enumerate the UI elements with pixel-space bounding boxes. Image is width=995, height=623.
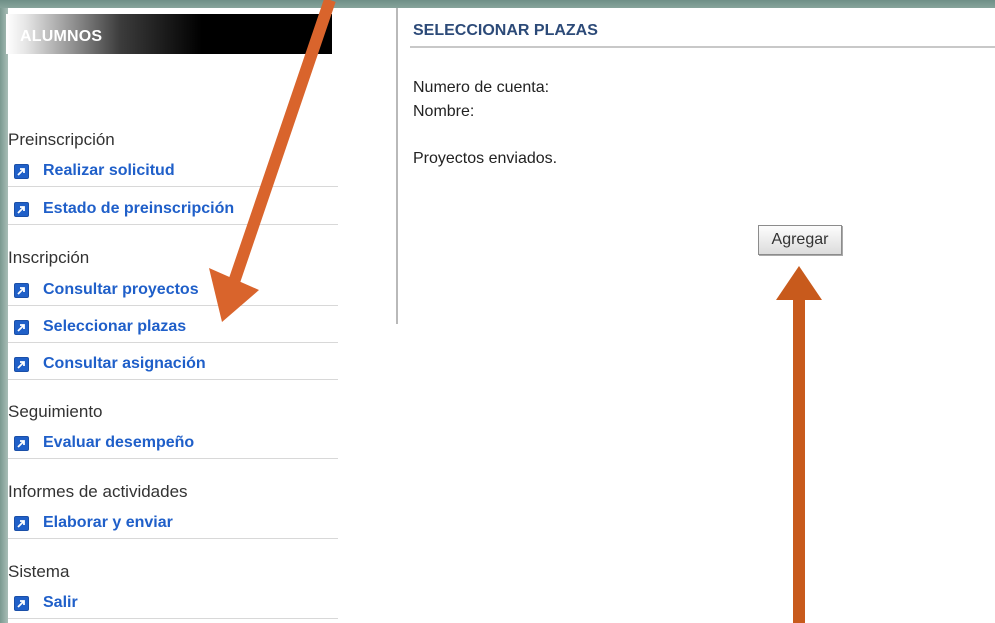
menu-item-consultar-asignacion[interactable]: Consultar asignación (8, 349, 338, 380)
section-sistema: Sistema (8, 562, 70, 581)
menu-item-label: Consultar asignación (43, 355, 206, 372)
menu-item-realizar-solicitud[interactable]: Realizar solicitud (8, 156, 338, 187)
menu-item-estado-preinscripcion[interactable]: Estado de preinscripción (8, 194, 338, 225)
section-seguimiento: Seguimiento (8, 402, 103, 421)
menu-item-label: Realizar solicitud (43, 162, 175, 179)
link-arrow-icon (14, 319, 29, 335)
link-arrow-icon (14, 282, 29, 298)
name-label: Nombre: (413, 103, 475, 120)
account-number-label: Numero de cuenta: (413, 79, 550, 96)
link-arrow-icon (14, 163, 29, 179)
section-informes: Informes de actividades (8, 482, 188, 501)
menu-item-seleccionar-plazas[interactable]: Seleccionar plazas (8, 312, 338, 343)
link-arrow-icon (14, 515, 29, 531)
menu-item-label: Salir (43, 594, 78, 611)
section-inscripcion: Inscripción (8, 248, 90, 267)
menu-item-elaborar-enviar[interactable]: Elaborar y enviar (8, 508, 338, 539)
link-arrow-icon (14, 435, 29, 451)
menu-item-label: Elaborar y enviar (43, 514, 173, 531)
add-button[interactable]: Agregar (758, 225, 842, 255)
menu-item-salir[interactable]: Salir (8, 588, 338, 619)
menu-item-evaluar-desempeno[interactable]: Evaluar desempeño (8, 428, 338, 459)
menu-item-consultar-proyectos[interactable]: Consultar proyectos (8, 275, 338, 306)
vertical-divider (396, 8, 398, 324)
window-top-strip (0, 0, 995, 8)
link-arrow-icon (14, 356, 29, 372)
menu-item-label: Seleccionar plazas (43, 318, 187, 335)
link-arrow-icon (14, 201, 29, 217)
menu-item-label: Estado de preinscripción (43, 200, 235, 217)
projects-sent-text: Proyectos enviados. (413, 150, 558, 167)
section-preinscripcion: Preinscripción (8, 130, 115, 149)
arrow-annotation-button (776, 266, 822, 623)
page-title: SELECCIONAR PLAZAS (413, 22, 598, 39)
sidebar-title: ALUMNOS (20, 28, 103, 45)
window-left-edge (0, 8, 8, 623)
link-arrow-icon (14, 595, 29, 611)
menu-item-label: Consultar proyectos (43, 281, 199, 298)
title-rule (410, 46, 995, 48)
menu-item-label: Evaluar desempeño (43, 434, 195, 451)
